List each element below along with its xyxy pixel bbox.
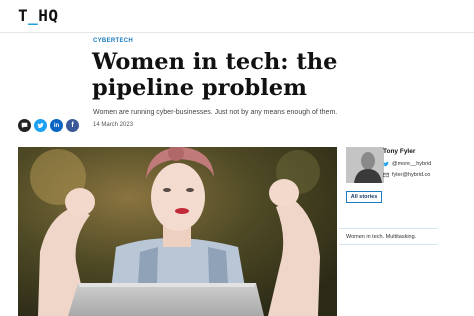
facebook-glyph: f — [71, 122, 74, 129]
author-portrait — [346, 147, 384, 183]
linkedin-icon[interactable]: in — [50, 119, 63, 132]
author-twitter-handle: @more__hybrid — [392, 161, 432, 167]
hero-illustration — [18, 147, 337, 316]
article-title: Women in tech: the pipeline problem — [92, 49, 338, 101]
author-email-address: fyler@hybrid.co — [392, 172, 431, 178]
caption-divider-top — [339, 228, 438, 229]
site-header: T_HQ — [0, 0, 474, 33]
author-twitter[interactable]: @more__hybrid — [383, 161, 431, 167]
article-category-link[interactable]: CYBERTECH — [93, 38, 133, 44]
logo-text: HQ — [38, 6, 59, 25]
facebook-icon[interactable]: f — [66, 119, 79, 132]
author-email[interactable]: fyler@hybrid.co — [383, 172, 430, 178]
logo-accent: _ — [28, 6, 39, 25]
twitter-icon — [383, 161, 389, 167]
linkedin-glyph: in — [53, 122, 60, 129]
twitter-icon[interactable] — [34, 119, 47, 132]
share-bar: in f — [18, 119, 79, 132]
article-hero-image — [18, 147, 337, 316]
author-avatar[interactable] — [346, 147, 384, 183]
all-stories-button[interactable]: All stories — [346, 191, 382, 203]
image-caption: Women in tech. Multitasking. — [346, 234, 417, 240]
caption-divider-bottom — [339, 244, 438, 245]
comment-icon[interactable] — [18, 119, 31, 132]
article-standfirst: Women are running cyber-businesses. Just… — [93, 109, 338, 116]
article-date: 14 March 2023 — [93, 122, 134, 128]
logo-letter: T — [18, 6, 29, 25]
site-logo[interactable]: T_HQ — [18, 6, 59, 26]
email-icon — [383, 172, 389, 178]
author-name[interactable]: Tony Fyler — [383, 148, 415, 155]
